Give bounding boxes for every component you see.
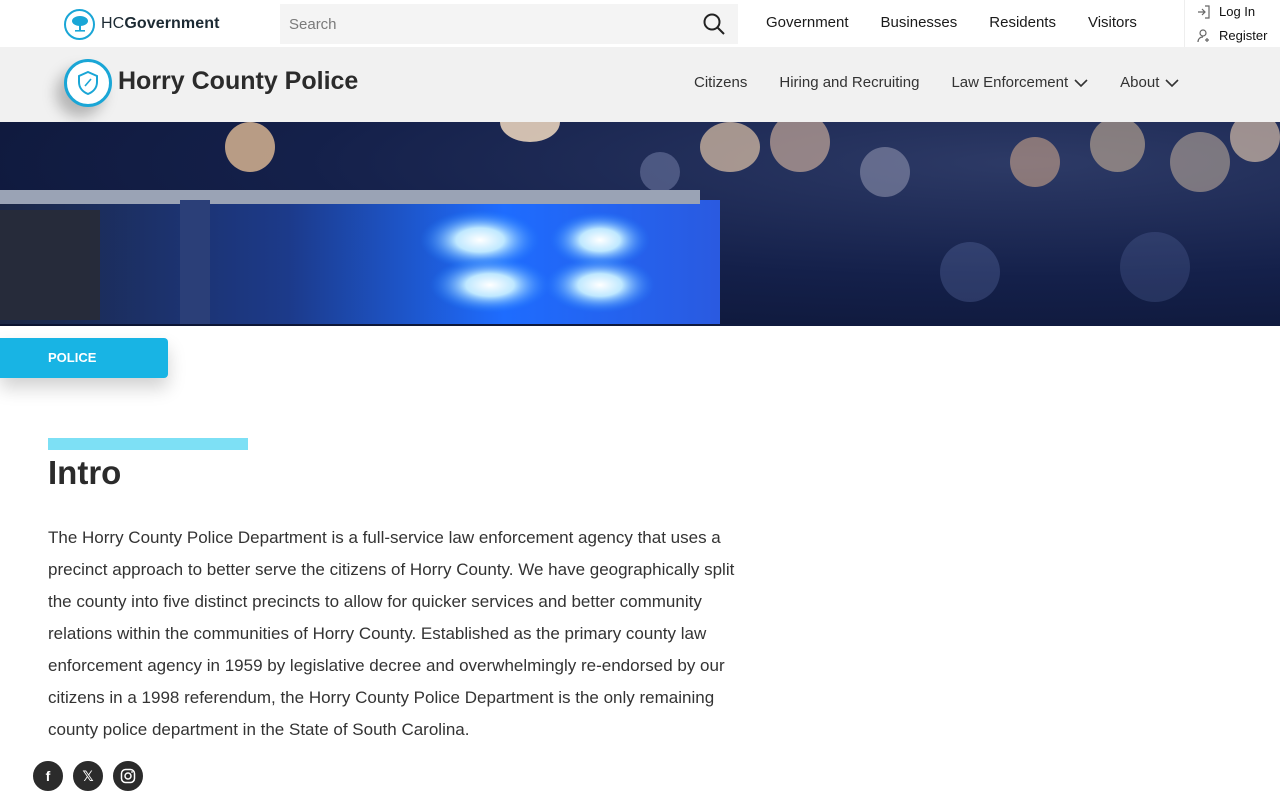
heading-accent-bar bbox=[48, 438, 248, 450]
top-nav-visitors[interactable]: Visitors bbox=[1088, 14, 1137, 31]
tree-icon bbox=[64, 8, 95, 40]
user-add-icon bbox=[1197, 28, 1209, 42]
search-bar bbox=[280, 4, 738, 44]
bokeh-light bbox=[1230, 122, 1280, 162]
department-nav: Citizens Hiring and Recruiting Law Enfor… bbox=[694, 74, 1179, 91]
login-label: Log In bbox=[1219, 4, 1256, 19]
bokeh-light bbox=[770, 122, 830, 172]
bokeh-light bbox=[1170, 132, 1230, 192]
facebook-icon[interactable]: f bbox=[32, 760, 64, 792]
search-icon[interactable] bbox=[702, 12, 726, 36]
nav-hiring[interactable]: Hiring and Recruiting bbox=[779, 74, 919, 91]
bokeh-light bbox=[640, 152, 680, 192]
x-twitter-icon[interactable]: 𝕏 bbox=[72, 760, 104, 792]
top-nav: Government Businesses Residents Visitors bbox=[766, 14, 1137, 31]
nav-law-enforcement-label: Law Enforcement bbox=[951, 74, 1069, 91]
nav-law-enforcement[interactable]: Law Enforcement bbox=[951, 74, 1088, 91]
bokeh-light bbox=[860, 147, 910, 197]
nav-hiring-label: Hiring and Recruiting bbox=[779, 74, 920, 91]
bokeh-light bbox=[1120, 232, 1190, 302]
social-links: f 𝕏 bbox=[32, 760, 144, 792]
facebook-glyph: f bbox=[45, 768, 51, 784]
hc-government-logo-link[interactable]: HCGovernment bbox=[64, 8, 220, 40]
department-header: Horry County Police Citizens Hiring and … bbox=[0, 47, 1280, 122]
register-link[interactable]: Register bbox=[1197, 28, 1267, 43]
shield-icon bbox=[78, 71, 98, 95]
brand-text: HCGovernment bbox=[101, 15, 220, 33]
top-bar: HCGovernment Government Businesses Resid… bbox=[0, 0, 1280, 47]
nav-about-label: About bbox=[1120, 74, 1160, 91]
bokeh-light bbox=[940, 242, 1000, 302]
police-lightbar-graphic bbox=[0, 190, 720, 324]
instagram-glyph bbox=[120, 768, 136, 784]
login-icon bbox=[1198, 4, 1210, 19]
bokeh-light bbox=[700, 122, 760, 172]
chevron-down-icon bbox=[1165, 78, 1179, 87]
department-title[interactable]: Horry County Police bbox=[118, 67, 358, 96]
search-input[interactable] bbox=[280, 15, 680, 33]
instagram-icon[interactable] bbox=[112, 760, 144, 792]
nav-about[interactable]: About bbox=[1120, 74, 1179, 91]
intro-paragraph: The Horry County Police Department is a … bbox=[48, 528, 735, 739]
nav-citizens-label: Citizens bbox=[694, 74, 748, 91]
police-shield-logo[interactable] bbox=[64, 59, 112, 107]
login-link[interactable]: Log In bbox=[1197, 4, 1255, 19]
bokeh-light bbox=[500, 122, 560, 142]
nav-citizens[interactable]: Citizens bbox=[694, 74, 747, 91]
x-glyph: 𝕏 bbox=[82, 767, 94, 784]
top-nav-government[interactable]: Government bbox=[766, 14, 849, 31]
bokeh-light bbox=[1010, 137, 1060, 187]
brand-suffix: Government bbox=[124, 15, 220, 32]
top-nav-residents[interactable]: Residents bbox=[989, 14, 1056, 31]
brand-prefix: HC bbox=[101, 15, 125, 32]
register-label: Register bbox=[1219, 28, 1268, 43]
auth-panel: Log In Register bbox=[1184, 0, 1280, 47]
chevron-down-icon bbox=[1074, 78, 1088, 87]
bokeh-light bbox=[225, 122, 275, 172]
bokeh-light bbox=[1090, 122, 1145, 172]
section-badge: POLICE bbox=[0, 338, 168, 378]
intro-heading: Intro bbox=[48, 454, 122, 491]
hero-image bbox=[0, 122, 1280, 326]
top-nav-businesses[interactable]: Businesses bbox=[881, 14, 958, 31]
